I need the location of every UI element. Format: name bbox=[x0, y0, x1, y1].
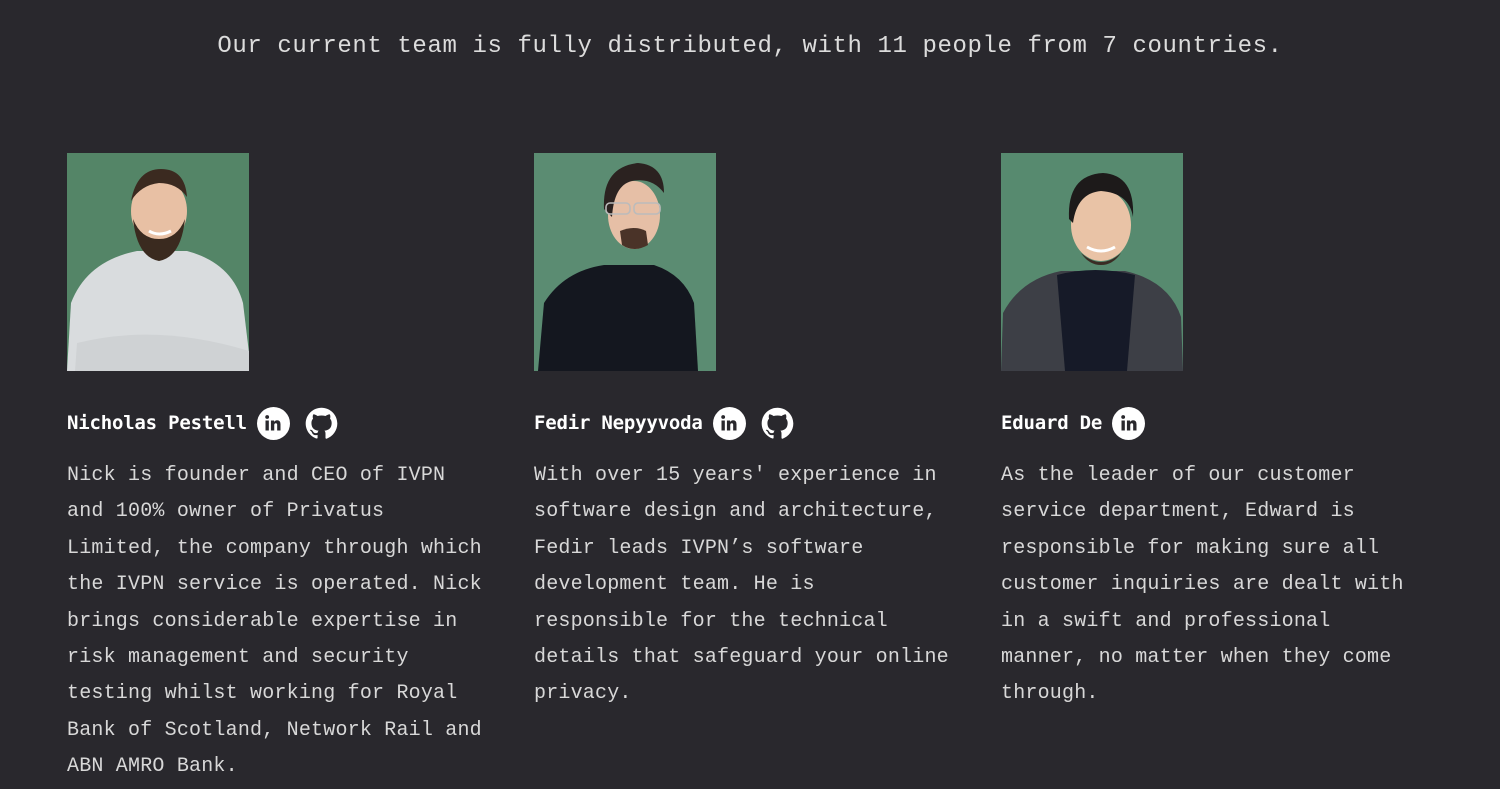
github-link[interactable] bbox=[761, 407, 794, 440]
member-photo bbox=[534, 153, 716, 371]
member-name: Eduard De bbox=[1001, 412, 1103, 434]
linkedin-link[interactable] bbox=[1112, 406, 1146, 440]
member-bio: As the leader of our customer service de… bbox=[1001, 464, 1404, 706]
member-photo bbox=[67, 153, 249, 371]
linkedin-link[interactable] bbox=[256, 406, 290, 440]
team-member-card: Nicholas Pestell Nick is founder and CEO… bbox=[67, 153, 534, 786]
portrait-image bbox=[534, 153, 716, 371]
team-intro-text: Our current team is fully distributed, w… bbox=[217, 33, 1283, 60]
member-photo bbox=[1001, 153, 1183, 371]
linkedin-icon bbox=[721, 415, 737, 431]
github-icon bbox=[305, 407, 338, 439]
member-name: Nicholas Pestell bbox=[67, 412, 247, 434]
member-bio: Nick is founder and CEO of IVPN and 100%… bbox=[67, 464, 482, 779]
linkedin-icon bbox=[1120, 415, 1137, 431]
team-member-card: Fedir Nepyyvoda With over 15 years' expe… bbox=[534, 153, 1001, 786]
github-link[interactable] bbox=[305, 407, 338, 440]
github-icon bbox=[761, 407, 793, 439]
team-member-card: Eduard De As the leader of our customer … bbox=[1001, 153, 1468, 786]
linkedin-link[interactable] bbox=[712, 406, 746, 440]
member-name-row: Nicholas Pestell bbox=[67, 406, 534, 440]
member-bio: With over 15 years' experience in softwa… bbox=[534, 464, 949, 706]
portrait-image bbox=[1001, 153, 1183, 371]
portrait-image bbox=[67, 153, 249, 371]
member-name: Fedir Nepyyvoda bbox=[534, 412, 703, 434]
member-name-row: Fedir Nepyyvoda bbox=[534, 406, 1001, 440]
linkedin-icon bbox=[265, 415, 281, 431]
team-grid: Nicholas Pestell Nick is founder and CEO… bbox=[67, 153, 1468, 786]
member-name-row: Eduard De bbox=[1001, 406, 1468, 440]
